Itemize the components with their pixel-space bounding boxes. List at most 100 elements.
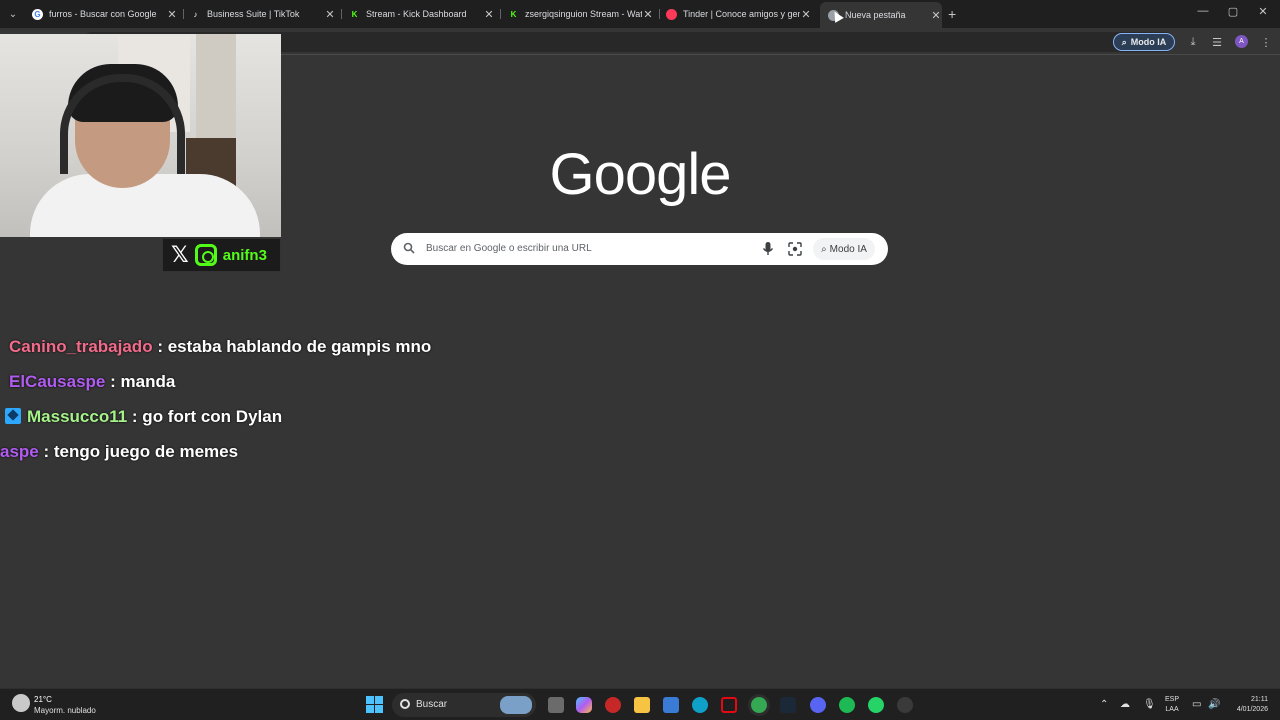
network-icon[interactable]: ▭	[1192, 699, 1201, 710]
modo-ia-search-button[interactable]: ⌕ Modo IA	[813, 238, 875, 260]
task-view-icon[interactable]	[548, 697, 564, 713]
chat-message: Massucco11 : go fort con Dylan	[5, 407, 282, 427]
chat-username: ElCausaspe	[9, 372, 106, 391]
taskbar-search[interactable]: Buscar	[392, 693, 536, 717]
streamer-shirt	[30, 174, 260, 237]
download-icon[interactable]: ⤓	[1186, 35, 1200, 49]
input-language[interactable]: ESP LAA	[1165, 695, 1179, 715]
weather-cloud-icon[interactable]	[12, 694, 30, 712]
windows-start-icon[interactable]	[366, 696, 383, 713]
chat-text: : manda	[110, 372, 176, 391]
copilot-icon[interactable]	[576, 697, 592, 713]
tab-title: zsergiqsinguion Stream - Watch	[525, 9, 642, 19]
modo-ia-button[interactable]: ⌕ Modo IA	[1113, 33, 1175, 51]
microphone-icon[interactable]	[761, 241, 775, 257]
chat-message: Canino_trabajado : estaba hablando de ga…	[9, 337, 431, 357]
tab-title: furros - Buscar con Google	[49, 9, 157, 19]
weather-temperature: 21°C	[34, 695, 52, 704]
maximize-icon[interactable]: ▢	[1223, 5, 1243, 18]
kebab-menu-icon[interactable]: ⋮	[1259, 35, 1273, 49]
whatsapp-icon[interactable]	[868, 697, 884, 713]
clock-date: 4/01/2026	[1236, 706, 1268, 713]
weather-description: Mayorm. nublado	[34, 706, 96, 715]
tab-divider	[183, 9, 184, 19]
keyboard-layout: LAA	[1165, 706, 1179, 713]
tab-divider	[341, 9, 342, 19]
chat-text: : tengo juego de memes	[43, 442, 239, 461]
tab-title: Nueva pestaña	[845, 10, 906, 20]
volume-icon[interactable]: 🔊	[1208, 699, 1220, 710]
tiktok-icon: ♪	[193, 9, 198, 19]
minimize-icon[interactable]: —	[1193, 5, 1213, 17]
chat-message: aspe : tengo juego de memes	[0, 442, 238, 462]
kick-icon: K	[510, 9, 517, 19]
close-icon[interactable]: ✕	[324, 8, 336, 21]
windows-taskbar: 21°C Mayorm. nublado Buscar ⌃ ☁ 🎙 ESP LA…	[0, 688, 1280, 720]
search-placeholder: Buscar en Google o escribir una URL	[426, 243, 592, 254]
new-tab-plus-icon[interactable]: +	[948, 6, 956, 22]
microsoft-store-icon[interactable]	[663, 697, 679, 713]
discord-icon[interactable]	[810, 697, 826, 713]
netflix-icon[interactable]	[721, 697, 737, 713]
chat-username: aspe	[0, 442, 39, 461]
streamer-webcam	[0, 34, 281, 237]
app-gray-icon[interactable]	[897, 697, 913, 713]
spotify-icon[interactable]	[839, 697, 855, 713]
close-icon[interactable]: ✕	[800, 8, 812, 21]
microphone-icon[interactable]: 🎙	[1143, 699, 1156, 710]
search-icon	[400, 699, 410, 709]
window-close-icon[interactable]: ✕	[1253, 5, 1273, 18]
chrome-icon[interactable]	[751, 697, 767, 713]
tab-divider	[500, 9, 501, 19]
file-explorer-icon[interactable]	[634, 697, 650, 713]
chat-username: Canino_trabajado	[9, 337, 153, 356]
tab-divider	[659, 9, 660, 19]
chat-message: ElCausaspe : manda	[9, 372, 175, 392]
clock-time: 21:11	[1251, 696, 1268, 703]
taskbar-search-label: Buscar	[416, 699, 448, 710]
tab-title: Stream - Kick Dashboard	[366, 9, 467, 19]
google-logo: Google	[549, 141, 731, 207]
language-code: ESP	[1165, 696, 1180, 703]
kick-icon: K	[351, 9, 358, 19]
media-queue-icon[interactable]: ☰	[1210, 35, 1224, 49]
browser-tab-strip: ⌄ G furros - Buscar con Google ✕ ♪ Busin…	[0, 0, 1280, 28]
social-handle: anifn3	[222, 246, 267, 264]
tab-tinder[interactable]: Tinder | Conoce amigos y gent ✕	[666, 4, 812, 24]
google-lens-icon[interactable]	[788, 242, 802, 256]
close-icon[interactable]: ✕	[166, 8, 178, 21]
chat-text: : go fort con Dylan	[131, 407, 283, 426]
onedrive-icon[interactable]: ☁	[1120, 699, 1130, 710]
chat-username: Massucco11	[27, 407, 128, 426]
close-icon[interactable]: ✕	[483, 8, 495, 21]
tab-furros-search[interactable]: G furros - Buscar con Google ✕	[32, 4, 178, 24]
steam-icon[interactable]	[780, 697, 796, 713]
tab-title: Tinder | Conoce amigos y gent	[683, 9, 800, 19]
tab-kick-dashboard[interactable]: K Stream - Kick Dashboard ✕	[349, 4, 495, 24]
tab-kick-stream[interactable]: K zsergiqsinguion Stream - Watch ✕	[508, 4, 654, 24]
subscriber-badge-icon	[5, 408, 21, 424]
profile-avatar[interactable]: A	[1235, 35, 1248, 48]
system-clock[interactable]: 21:11 4/01/2026	[1228, 695, 1268, 715]
google-search-box[interactable]: Buscar en Google o escribir una URL ⌕ Mo…	[391, 233, 888, 265]
edge-icon[interactable]	[692, 697, 708, 713]
google-g-icon: G	[32, 8, 43, 20]
tab-search-chevron-icon[interactable]: ⌄	[4, 5, 22, 23]
tab-tiktok[interactable]: ♪ Business Suite | TikTok ✕	[190, 4, 336, 24]
app-red-icon[interactable]	[605, 697, 621, 713]
close-icon[interactable]: ✕	[930, 9, 942, 22]
chevron-up-icon[interactable]: ⌃	[1100, 699, 1108, 710]
x-logo-icon: 𝕏	[171, 242, 189, 267]
chat-text: : estaba hablando de gampis mno	[157, 337, 432, 356]
instagram-icon	[194, 244, 217, 266]
ai-search-icon: ⌕	[821, 243, 827, 255]
modo-ia-label: Modo IA	[1130, 37, 1167, 47]
modo-ia-label: Modo IA	[829, 243, 867, 255]
search-icon	[403, 242, 415, 254]
ai-search-icon: ⌕	[1121, 36, 1127, 47]
social-overlay: 𝕏 anifn3	[162, 238, 281, 272]
tinder-icon	[666, 8, 677, 20]
tab-title: Business Suite | TikTok	[207, 9, 300, 19]
close-icon[interactable]: ✕	[642, 8, 654, 21]
search-highlight-image	[500, 696, 532, 714]
